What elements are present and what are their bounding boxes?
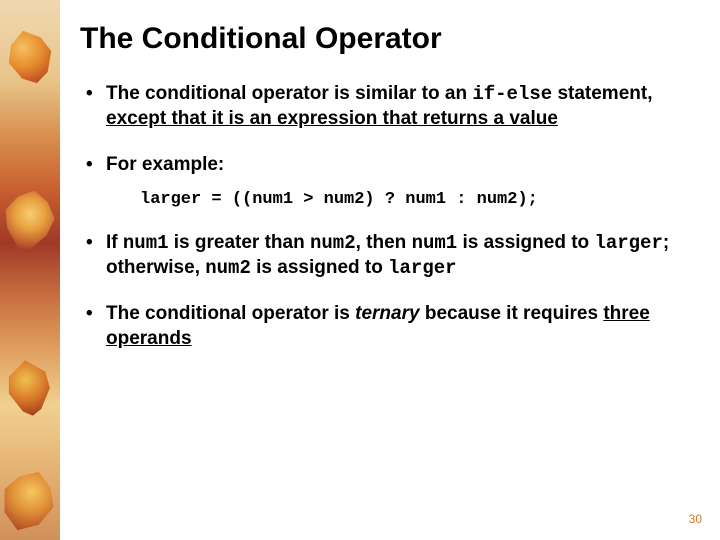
decorative-sidebar: [0, 0, 60, 540]
text: is assigned to: [251, 257, 388, 278]
code-inline: num1: [412, 232, 458, 254]
code-inline: larger: [594, 232, 662, 254]
code-inline: larger: [388, 257, 456, 279]
text: The conditional operator is: [106, 303, 355, 324]
text-italic: ternary: [355, 303, 419, 324]
bullet-list: The conditional operator is similar to a…: [80, 82, 700, 178]
code-inline: num2: [205, 257, 251, 279]
text: The conditional operator is similar to a…: [106, 83, 472, 104]
text: is greater than: [169, 232, 311, 253]
text: If: [106, 232, 123, 253]
bullet-list: If num1 is greater than num2, then num1 …: [80, 231, 700, 352]
slide-title: The Conditional Operator: [80, 22, 700, 56]
leaf-icon: [0, 463, 63, 539]
code-example: larger = ((num1 > num2) ? num1 : num2);: [140, 190, 700, 209]
bullet-item: If num1 is greater than num2, then num1 …: [80, 231, 700, 280]
leaf-icon: [0, 186, 59, 254]
code-inline: num2: [310, 232, 356, 254]
bullet-item: For example:: [80, 153, 700, 178]
leaf-icon: [2, 357, 55, 419]
bullet-item: The conditional operator is similar to a…: [80, 82, 700, 131]
text: is assigned to: [457, 232, 594, 253]
page-number: 30: [689, 512, 702, 526]
slide-content: The Conditional Operator The conditional…: [80, 22, 700, 374]
code-inline: num1: [123, 232, 169, 254]
text: statement,: [552, 83, 652, 104]
text: For example:: [106, 154, 224, 175]
text-underlined: except that it is an expression that ret…: [106, 108, 558, 129]
code-inline: if-else: [472, 83, 552, 105]
bullet-item: The conditional operator is ternary beca…: [80, 302, 700, 351]
text: , then: [356, 232, 412, 253]
text: because it requires: [420, 303, 604, 324]
leaf-icon: [2, 25, 58, 89]
